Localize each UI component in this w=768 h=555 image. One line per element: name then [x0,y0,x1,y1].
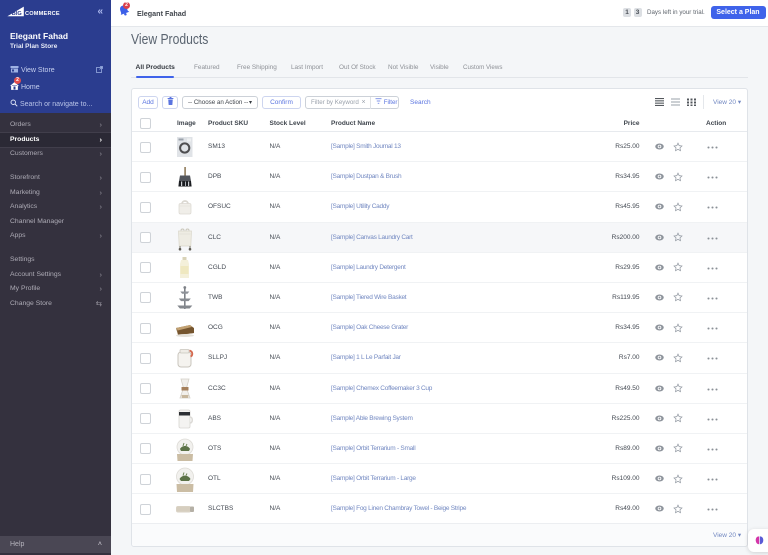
svg-text:COMMERCE: COMMERCE [25,11,60,17]
svg-text:BIG: BIG [12,11,22,17]
